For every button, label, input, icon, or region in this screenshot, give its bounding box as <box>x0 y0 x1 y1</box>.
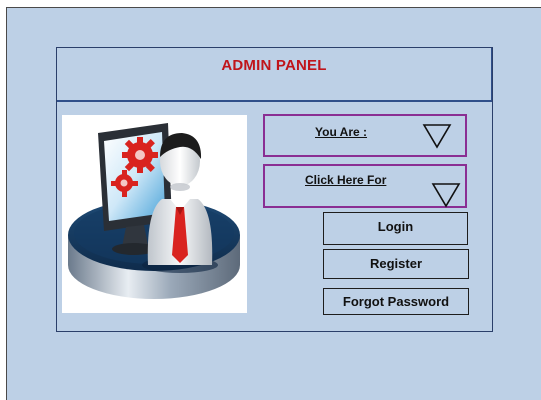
page-title: ADMIN PANEL <box>221 57 327 74</box>
action-dropdown-label: Click Here For <box>305 173 387 187</box>
admin-panel-canvas: ADMIN PANEL You Are: Click Here For Log… <box>6 7 541 400</box>
login-button[interactable]: Login <box>323 212 468 245</box>
admin-user-image <box>62 115 247 313</box>
admin-panel: ADMIN PANEL You Are: Click Here For Log… <box>56 47 493 332</box>
action-dropdown[interactable]: Click Here For <box>263 164 467 208</box>
admin-user-computer-icon <box>68 123 240 299</box>
role-dropdown[interactable]: You Are : <box>263 114 467 157</box>
triangle-down-icon[interactable] <box>431 182 461 213</box>
forgot-password-button[interactable]: Forgot Password <box>323 288 469 315</box>
triangle-down-icon[interactable] <box>422 123 452 154</box>
role-dropdown-label: You Are : <box>315 125 368 139</box>
register-button[interactable]: Register <box>323 249 469 279</box>
panel-header: ADMIN PANEL <box>57 48 492 102</box>
